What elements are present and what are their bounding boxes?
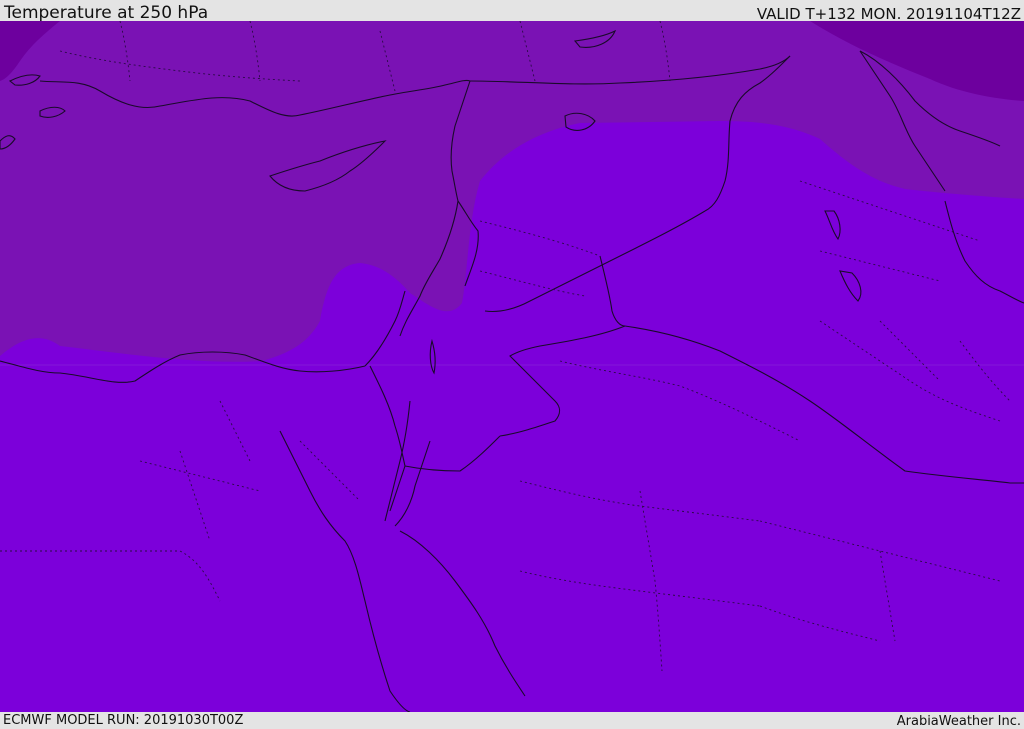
map-product-frame: Temperature at 250 hPa VALID T+132 MON. … bbox=[0, 0, 1024, 729]
footer-bar: ECMWF MODEL RUN: 20191030T00Z ArabiaWeat… bbox=[0, 712, 1024, 729]
temperature-map bbox=[0, 21, 1024, 712]
brand-label: ArabiaWeather Inc. bbox=[896, 714, 1021, 729]
header-bar: Temperature at 250 hPa VALID T+132 MON. … bbox=[0, 0, 1024, 23]
map-title: Temperature at 250 hPa bbox=[4, 3, 209, 23]
model-run-label: ECMWF MODEL RUN: 20191030T00Z bbox=[3, 713, 244, 728]
map-canvas bbox=[0, 21, 1024, 712]
